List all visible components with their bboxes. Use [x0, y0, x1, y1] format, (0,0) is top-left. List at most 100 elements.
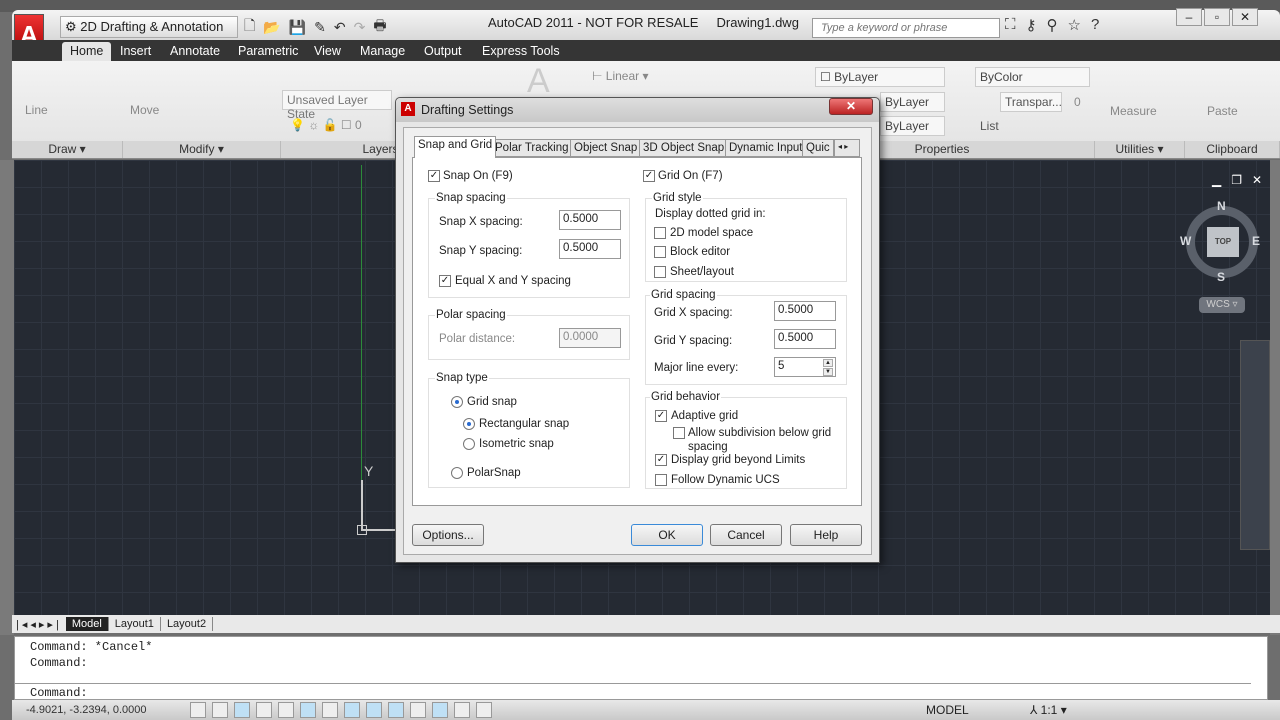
tab-snap-and-grid[interactable]: Snap and Grid: [414, 136, 497, 158]
text-icon[interactable]: A: [527, 62, 550, 101]
snap-x-input[interactable]: 0.5000: [559, 210, 621, 230]
tab-insert[interactable]: Insert: [112, 42, 159, 61]
ducs-toggle[interactable]: [366, 702, 382, 718]
osnap-toggle[interactable]: [300, 702, 316, 718]
isometric-snap-radio[interactable]: [463, 438, 475, 450]
tab-annotate[interactable]: Annotate: [162, 42, 228, 61]
tab-output[interactable]: Output: [416, 42, 470, 61]
follow-dynamic-ucs-checkbox[interactable]: [655, 474, 667, 486]
star-icon[interactable]: ☆: [1068, 16, 1081, 34]
rectangular-snap-radio[interactable]: [463, 418, 475, 430]
print-icon[interactable]: 🖶: [373, 15, 386, 39]
lineweight-toggle[interactable]: [410, 702, 426, 718]
tab-layout1[interactable]: Layout1: [109, 617, 161, 631]
panel-draw[interactable]: Draw ▾: [12, 141, 123, 158]
plot-style-dropdown[interactable]: ByColor: [975, 67, 1090, 87]
layout-nav-arrows[interactable]: |◂◂▸▸|: [12, 618, 66, 631]
grid-display-toggle[interactable]: [234, 702, 250, 718]
undo-icon[interactable]: ↶: [334, 19, 346, 36]
grid-snap-radio[interactable]: [451, 396, 463, 408]
snap-on-checkbox[interactable]: ✓: [428, 170, 440, 182]
sheet-layout-checkbox[interactable]: [654, 266, 666, 278]
model-space-checkbox[interactable]: [654, 227, 666, 239]
linear-dimension-button[interactable]: ⊢ Linear ▾: [592, 69, 649, 83]
command-prompt[interactable]: Command:: [15, 683, 1251, 700]
tab-polar-tracking[interactable]: Polar Tracking: [491, 139, 573, 157]
tab-layout2[interactable]: Layout2: [161, 617, 214, 631]
panel-modify[interactable]: Modify ▾: [123, 141, 281, 158]
snap-y-input[interactable]: 0.5000: [559, 239, 621, 259]
tab-3d-object-snap[interactable]: 3D Object Snap: [639, 139, 729, 157]
key-icon[interactable]: ⚷: [1026, 16, 1037, 34]
layer-dropdown[interactable]: 💡 ☼ 🔓 ☐ 0: [290, 118, 362, 132]
selection-cycling-toggle[interactable]: [476, 702, 492, 718]
satellite-icon[interactable]: ⚲: [1047, 16, 1058, 34]
grid-x-input[interactable]: 0.5000: [774, 301, 836, 321]
grid-on-checkbox[interactable]: ✓: [643, 170, 655, 182]
line-button[interactable]: Line: [25, 103, 48, 117]
tab-dynamic-input[interactable]: Dynamic Input: [725, 139, 807, 157]
tab-scroll-arrows[interactable]: ◂ ▸: [834, 139, 860, 157]
wcs-dropdown[interactable]: WCS ▿: [1199, 297, 1245, 313]
linetype-dropdown[interactable]: ByLayer: [880, 92, 945, 112]
tab-parametric[interactable]: Parametric: [230, 42, 306, 61]
tab-view[interactable]: View: [306, 42, 349, 61]
save-icon[interactable]: 💾: [289, 19, 306, 36]
redo-icon[interactable]: ↷: [354, 19, 366, 36]
list-button[interactable]: List: [980, 119, 999, 133]
spin-down-icon[interactable]: ▼: [823, 368, 833, 376]
command-window[interactable]: Command: *Cancel* Command: Command:: [14, 636, 1268, 700]
tab-object-snap[interactable]: Object Snap: [570, 139, 642, 157]
dialog-close-button[interactable]: ✕: [829, 98, 873, 115]
workspace-dropdown[interactable]: ⚙ 2D Drafting & Annotation ▾: [60, 16, 238, 50]
equal-spacing-checkbox[interactable]: ✓: [439, 275, 451, 287]
panel-clipboard[interactable]: Clipboard: [1185, 141, 1280, 158]
measure-button[interactable]: Measure: [1110, 104, 1157, 118]
otrack-toggle[interactable]: [344, 702, 360, 718]
minimize-button[interactable]: –: [1176, 8, 1202, 26]
tab-model[interactable]: Model: [65, 617, 109, 631]
viewport-restore-icon[interactable]: ❐: [1231, 173, 1242, 187]
tab-express-tools[interactable]: Express Tools: [474, 42, 568, 61]
infer-constraints-toggle[interactable]: [190, 702, 206, 718]
navigation-bar[interactable]: [1240, 340, 1270, 550]
quick-properties-toggle[interactable]: [454, 702, 470, 718]
viewport-close-icon[interactable]: ✕: [1252, 173, 1262, 187]
model-space-button[interactable]: MODEL: [926, 703, 969, 717]
viewport-minimize-icon[interactable]: ▁: [1212, 173, 1221, 187]
polar-toggle[interactable]: [278, 702, 294, 718]
search-input[interactable]: [812, 18, 1000, 38]
compass-n[interactable]: N: [1217, 199, 1226, 213]
grid-y-input[interactable]: 0.5000: [774, 329, 836, 349]
polar-distance-input[interactable]: 0.0000: [559, 328, 621, 348]
viewcube-top[interactable]: TOP: [1207, 227, 1239, 257]
compass-e[interactable]: E: [1252, 234, 1260, 248]
layer-state-dropdown[interactable]: Unsaved Layer State: [282, 90, 392, 121]
color-dropdown[interactable]: ☐ ByLayer: [815, 67, 945, 87]
restore-button[interactable]: ▫: [1204, 8, 1230, 26]
ortho-toggle[interactable]: [256, 702, 272, 718]
tab-quick-properties[interactable]: Quic: [802, 139, 834, 157]
annotation-scale-dropdown[interactable]: ⅄ 1:1 ▾: [1030, 703, 1067, 717]
tab-home[interactable]: Home: [62, 42, 112, 61]
cancel-button[interactable]: Cancel: [710, 524, 782, 546]
block-editor-checkbox[interactable]: [654, 246, 666, 258]
transparency-toggle[interactable]: [432, 702, 448, 718]
ok-button[interactable]: OK: [631, 524, 703, 546]
new-icon[interactable]: 🗋: [244, 15, 255, 39]
tab-manage[interactable]: Manage: [352, 42, 413, 61]
move-button[interactable]: Move: [130, 103, 159, 117]
save-as-icon[interactable]: ✎: [314, 19, 326, 36]
close-button[interactable]: ✕: [1232, 8, 1258, 26]
compass-w[interactable]: W: [1180, 234, 1191, 248]
help-button[interactable]: Help: [790, 524, 862, 546]
polarsnap-radio[interactable]: [451, 467, 463, 479]
options-button[interactable]: Options...: [412, 524, 484, 546]
adaptive-grid-checkbox[interactable]: ✓: [655, 410, 667, 422]
display-beyond-limits-checkbox[interactable]: ✓: [655, 454, 667, 466]
open-icon[interactable]: 📂: [263, 19, 280, 36]
binoculars-icon[interactable]: ⛶: [1005, 16, 1016, 34]
help-icon[interactable]: ?: [1091, 16, 1099, 34]
3d-osnap-toggle[interactable]: [322, 702, 338, 718]
compass-s[interactable]: S: [1217, 270, 1225, 284]
